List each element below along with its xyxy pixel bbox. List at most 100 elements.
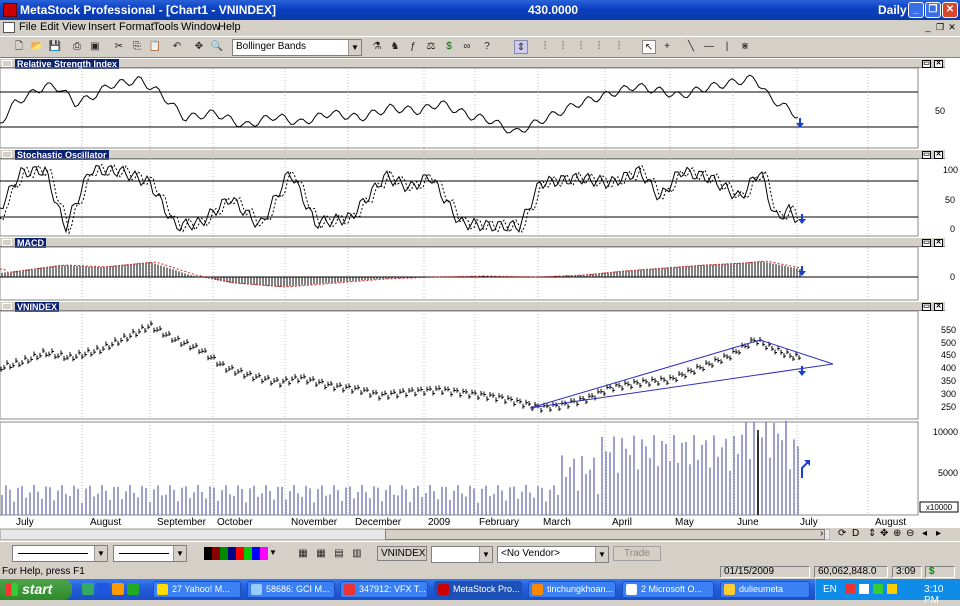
chevron-down-icon[interactable]: ▼ [173, 546, 186, 561]
menu-file[interactable]: File [19, 21, 37, 33]
line-style-select[interactable]: ▼ [12, 545, 108, 562]
scroll-thumb[interactable] [385, 529, 825, 540]
object-icon[interactable]: ▤ [332, 547, 346, 561]
language-indicator[interactable]: EN [823, 584, 837, 595]
crosshair-icon[interactable]: + [660, 40, 674, 54]
object-icon[interactable]: ▦ [314, 547, 328, 561]
tray-icon[interactable] [859, 584, 869, 594]
task-gci[interactable]: 58686: GCI M... [247, 581, 335, 598]
task-microsoft-office[interactable]: 2 Microsoft O... [622, 581, 714, 598]
ie-icon[interactable] [97, 583, 109, 595]
expert-advisor-icon[interactable]: ⚖ [424, 40, 438, 54]
trendline-icon[interactable]: ╲ [684, 40, 698, 54]
symbol-field[interactable]: VNINDEX [377, 546, 427, 561]
indicator-select[interactable]: Bollinger Bands ▼ [232, 39, 362, 56]
price-axis-500: 500 [941, 338, 956, 348]
tray-icon[interactable] [887, 584, 897, 594]
context-help-icon[interactable]: ? [480, 40, 494, 54]
restore-icon[interactable]: ❐ [925, 2, 941, 18]
horizontal-line-icon[interactable]: — [702, 40, 716, 54]
chevron-down-icon[interactable]: ▼ [479, 547, 492, 562]
task-tinchungkhoan[interactable]: tinchungkhoan... [528, 581, 616, 598]
chevron-down-icon[interactable]: ▼ [595, 547, 608, 562]
cut-icon[interactable]: ✂ [112, 40, 126, 54]
scroll-right-icon[interactable]: › [820, 528, 823, 539]
indicator-builder-icon[interactable]: ⚗ [370, 40, 384, 54]
save-icon[interactable]: 💾 [48, 40, 62, 54]
zoom-out-icon[interactable]: ⊖ [906, 528, 914, 539]
refresh-icon[interactable]: ⟳ [838, 528, 846, 539]
object-icon[interactable]: ▥ [350, 547, 364, 561]
chevron-down-icon[interactable]: ▼ [348, 40, 361, 55]
menu-help[interactable]: Help [218, 21, 241, 33]
menu-edit[interactable]: Edit [40, 21, 59, 33]
volume-chart-icon[interactable]: ⫶ [592, 40, 606, 54]
task-metastock[interactable]: MetaStock Pro... [434, 581, 522, 598]
start-button[interactable]: start [0, 579, 72, 600]
mdi-close-icon[interactable]: ✕ [946, 22, 958, 33]
trade-button[interactable]: Trade [613, 546, 661, 561]
app-icon[interactable] [127, 583, 139, 595]
chevron-down-icon[interactable]: ▼ [94, 546, 107, 561]
price-axis-450: 450 [941, 350, 956, 360]
scroll-right-end-icon[interactable]: ▸ [936, 528, 941, 539]
print-preview-icon[interactable]: ▣ [88, 40, 102, 54]
trendline-resistance [759, 339, 834, 365]
object-icon[interactable]: ▦ [296, 547, 310, 561]
pan-icon[interactable]: ✥ [192, 40, 206, 54]
pointer-icon[interactable]: ↖ [642, 40, 656, 54]
task-dulieumeta[interactable]: dulieumeta [720, 581, 810, 598]
zoom-icon[interactable]: 🔍 [210, 40, 224, 54]
undo-icon[interactable]: ↶ [170, 40, 184, 54]
close-icon[interactable]: ✕ [942, 2, 958, 18]
task-vfx[interactable]: 347912: VFX T... [340, 581, 428, 598]
paste-icon[interactable]: 📋 [148, 40, 162, 54]
menu-tools[interactable]: Tools [153, 21, 179, 33]
candle-chart-icon[interactable]: ⫶ [556, 40, 570, 54]
dollar-icon[interactable]: $ [442, 40, 456, 54]
mdi-minimize-icon[interactable]: _ [922, 22, 934, 33]
task-yahoo[interactable]: 27 Yahoo! M... [153, 581, 241, 598]
chart-window[interactable]: Relative Strength Index ▭ ✕ Stochastic O… [0, 58, 960, 528]
metastock-app-icon[interactable] [3, 3, 17, 17]
menu-view[interactable]: View [62, 21, 86, 33]
minimize-icon[interactable]: _ [908, 2, 924, 18]
menu-insert[interactable]: Insert [88, 21, 116, 33]
line-weight-select[interactable]: ▼ [113, 545, 187, 562]
color-palette[interactable] [204, 547, 268, 560]
chart-scrollbar[interactable]: › ⟳ D ⇕ ✥ ⊕ ⊖ ◂ ▸ [0, 528, 960, 541]
tray-icon[interactable] [873, 584, 883, 594]
mdi-restore-icon[interactable]: ❐ [934, 22, 946, 33]
windows-taskbar: start 27 Yahoo! M... 58686: GCI M... 347… [0, 579, 960, 606]
bar-chart-icon[interactable]: ⫶ [538, 40, 552, 54]
scroll-updown-icon[interactable]: ⇕ [868, 528, 876, 539]
vendor-select[interactable]: <No Vendor> ▼ [497, 546, 609, 563]
binoculars-icon[interactable]: ∞ [460, 40, 474, 54]
vertical-line-icon[interactable]: | [720, 40, 734, 54]
menu-format[interactable]: Format [119, 21, 154, 33]
new-icon[interactable]: 🗋 [12, 40, 26, 54]
print-icon[interactable]: ⎙ [70, 40, 84, 54]
document-icon[interactable] [3, 22, 15, 33]
equivolume-icon[interactable]: ⫶ [612, 40, 626, 54]
zoom-in-icon[interactable]: ⊕ [893, 528, 901, 539]
desktop-icon[interactable] [82, 583, 94, 595]
fibonacci-icon[interactable]: ⋇ [738, 40, 752, 54]
formula-icon[interactable]: ƒ [406, 40, 420, 54]
toolbar: 🗋 📂 💾 ⎙ ▣ ✂ ⎘ 📋 ↶ ✥ 🔍 Bollinger Bands ▼ … [0, 36, 960, 58]
chart-plot-area[interactable]: 50 100 50 0 0 550 500 450 400 350 300 25… [0, 58, 960, 528]
line-chart-icon[interactable]: ⫶ [574, 40, 588, 54]
media-icon[interactable] [112, 583, 124, 595]
exchange-select[interactable]: ▼ [431, 546, 493, 563]
explorer-icon[interactable]: ♞ [388, 40, 402, 54]
menu-window[interactable]: Window [181, 21, 220, 33]
scroll-left-end-icon[interactable]: ◂ [922, 528, 927, 539]
macd-axis-0: 0 [950, 272, 955, 282]
tray-icon[interactable] [845, 584, 855, 594]
copy-icon[interactable]: ⎘ [130, 40, 144, 54]
scroll-updown-icon[interactable]: ⇕ [514, 40, 528, 54]
periodicity-icon[interactable]: D [852, 528, 859, 539]
chevron-down-icon[interactable]: ▼ [269, 548, 277, 557]
open-icon[interactable]: 📂 [30, 40, 44, 54]
move-icon[interactable]: ✥ [880, 528, 888, 539]
